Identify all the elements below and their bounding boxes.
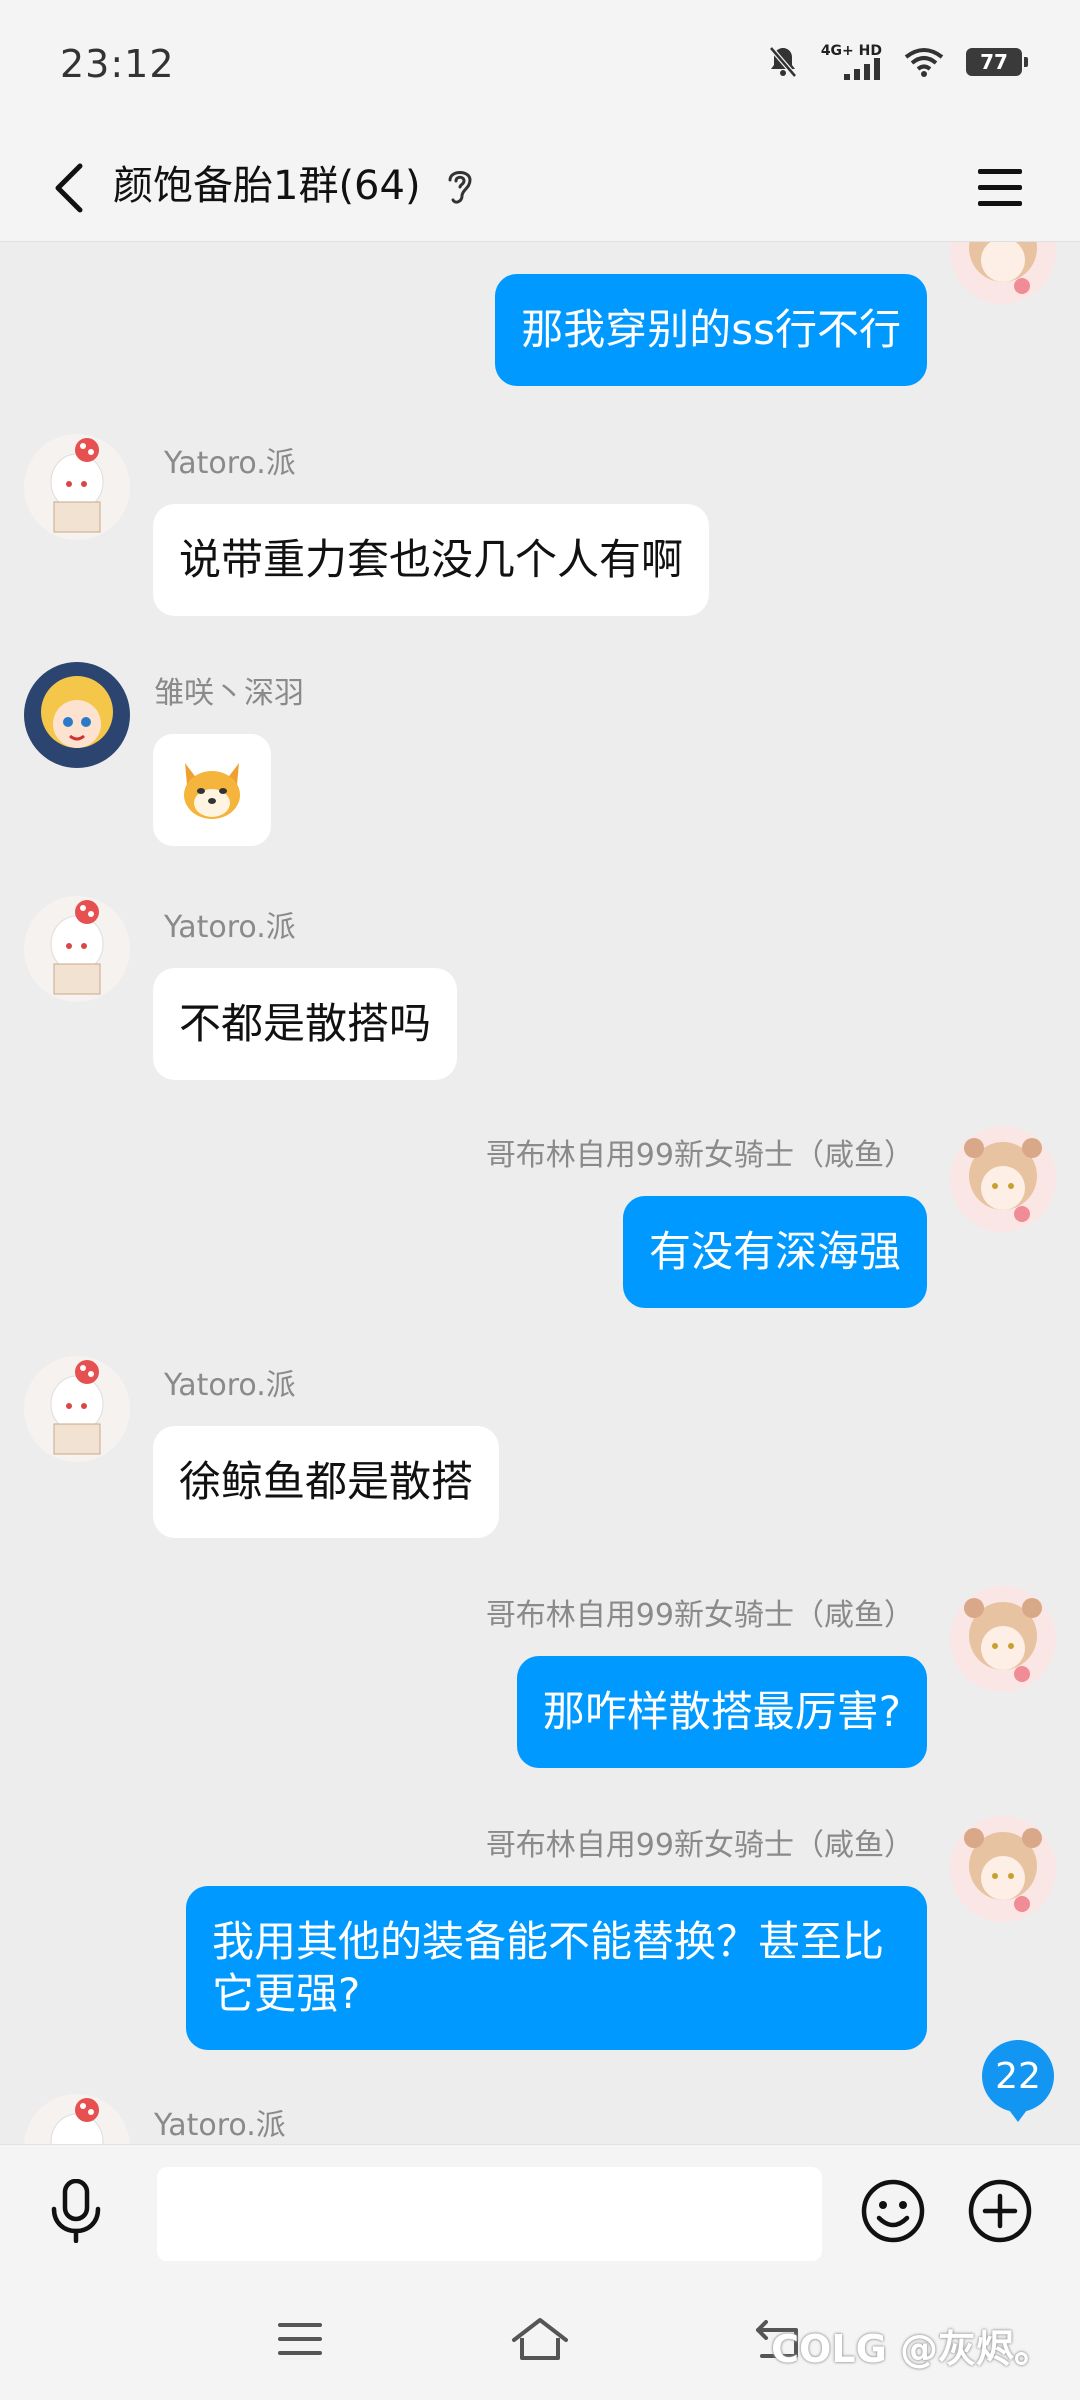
more-button[interactable] (962, 2173, 1038, 2249)
avatar[interactable] (24, 662, 130, 768)
sender-name: 哥布林自用99新女骑士（咸鱼） (485, 1598, 914, 1633)
message-list[interactable]: 那我穿别的ss行不行 Yatoro.派 说带重力套也没几个人有啊 雏咲丶深羽 Y… (0, 242, 1080, 2144)
shiba-dog-sticker (184, 763, 240, 819)
avatar[interactable] (24, 434, 130, 540)
message-bubble[interactable]: 不都是散搭吗 (153, 968, 458, 1080)
smiley-icon (861, 2179, 925, 2243)
sender-name: Yatoro.派 (164, 1368, 296, 1403)
menu-button[interactable] (960, 148, 1040, 228)
sender-name: 哥布林自用99新女骑士（咸鱼） (485, 1138, 914, 1173)
plus-circle-icon (968, 2179, 1032, 2243)
message-input[interactable] (157, 2167, 822, 2261)
hamburger-menu-icon (978, 169, 1022, 206)
signal-icon: 4G+ HD (821, 44, 882, 80)
voice-button[interactable] (38, 2173, 114, 2249)
sender-name: Yatoro.派 (154, 2108, 286, 2143)
message-bubble[interactable]: 说带重力套也没几个人有啊 (153, 504, 710, 616)
avatar[interactable] (950, 242, 1056, 304)
status-bar: 23:12 4G+ HD 77 (0, 0, 1080, 134)
ear-icon[interactable] (440, 158, 480, 214)
status-time: 23:12 (60, 42, 175, 86)
nav-menu-icon (278, 2323, 322, 2355)
avatar[interactable] (24, 1356, 130, 1462)
message-bubble[interactable]: 有没有深海强 (622, 1196, 927, 1308)
battery-indicator: 77 (966, 48, 1028, 76)
sender-name: Yatoro.派 (164, 446, 296, 481)
nav-menu-button[interactable] (260, 2304, 340, 2374)
back-arrow-icon (55, 163, 83, 213)
watermark: COLG @灰烬。 (771, 2327, 1052, 2371)
avatar[interactable] (950, 1816, 1056, 1922)
avatar[interactable] (950, 1126, 1056, 1232)
avatar[interactable] (24, 2094, 130, 2144)
input-bar (0, 2144, 1080, 2282)
message-bubble[interactable]: 那我穿别的ss行不行 (495, 274, 927, 386)
group-title[interactable]: 颜饱备胎1群(64) (113, 154, 421, 218)
microphone-icon (51, 2179, 101, 2243)
message-bubble[interactable]: 我用其他的装备能不能替换？甚至比它更强? (186, 1886, 927, 2050)
avatar[interactable] (24, 896, 130, 1002)
nav-home-icon (512, 2318, 568, 2360)
chat-header: 颜饱备胎1群(64) (0, 134, 1080, 242)
sticker-message[interactable] (153, 734, 271, 846)
sender-name: 雏咲丶深羽 (154, 676, 304, 711)
message-bubble[interactable]: 徐鲸鱼都是散搭 (153, 1426, 500, 1538)
emoji-button[interactable] (855, 2173, 931, 2249)
sender-name: Yatoro.派 (164, 910, 296, 945)
unread-count-badge[interactable]: 22 (982, 2040, 1054, 2122)
mute-bell-icon (767, 45, 799, 79)
sender-name: 哥布林自用99新女骑士（咸鱼） (485, 1828, 914, 1863)
network-label: 4G+ HD (820, 43, 882, 59)
system-nav-bar: COLG @灰烬。 (0, 2282, 1080, 2400)
back-button[interactable] (30, 148, 110, 228)
wifi-icon (904, 47, 944, 77)
status-icons: 4G+ HD 77 (767, 44, 1028, 80)
nav-home-button[interactable] (500, 2304, 580, 2374)
avatar[interactable] (950, 1586, 1056, 1692)
message-bubble[interactable]: 那咋样散搭最厉害? (516, 1656, 927, 1768)
